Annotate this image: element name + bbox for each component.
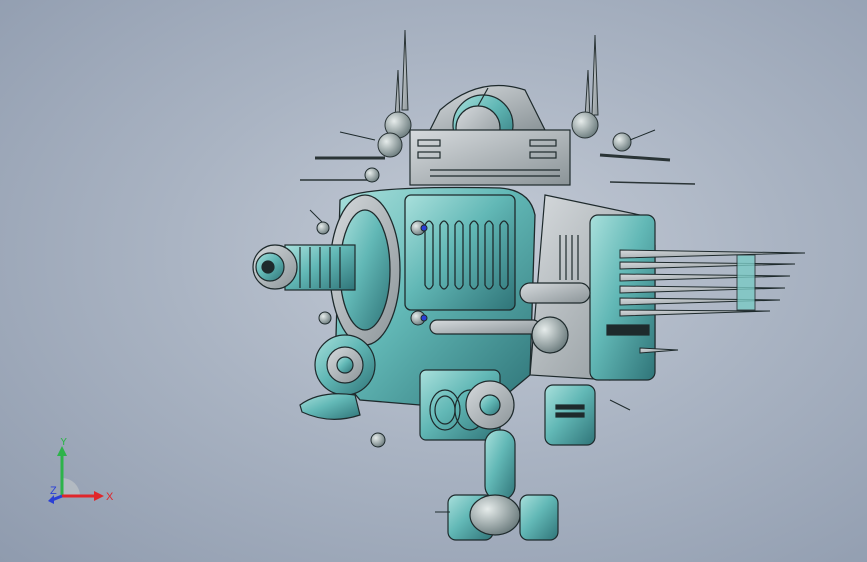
- triad-z-quadrant: [62, 478, 80, 496]
- triad-z-label: Z: [50, 485, 57, 497]
- lower-front-pod: [299, 334, 376, 420]
- triad-y-label: Y: [60, 438, 68, 448]
- triad-x-label: X: [106, 491, 114, 503]
- spaceship-3d-model[interactable]: [0, 0, 867, 562]
- front-cannon: [252, 244, 356, 291]
- bottom-feet: [447, 494, 559, 541]
- graphics-viewport[interactable]: Y X Z: [0, 0, 867, 562]
- orientation-triad: Y X Z: [48, 438, 114, 504]
- bottom-assembly: [419, 369, 596, 501]
- top-turret: [409, 84, 571, 186]
